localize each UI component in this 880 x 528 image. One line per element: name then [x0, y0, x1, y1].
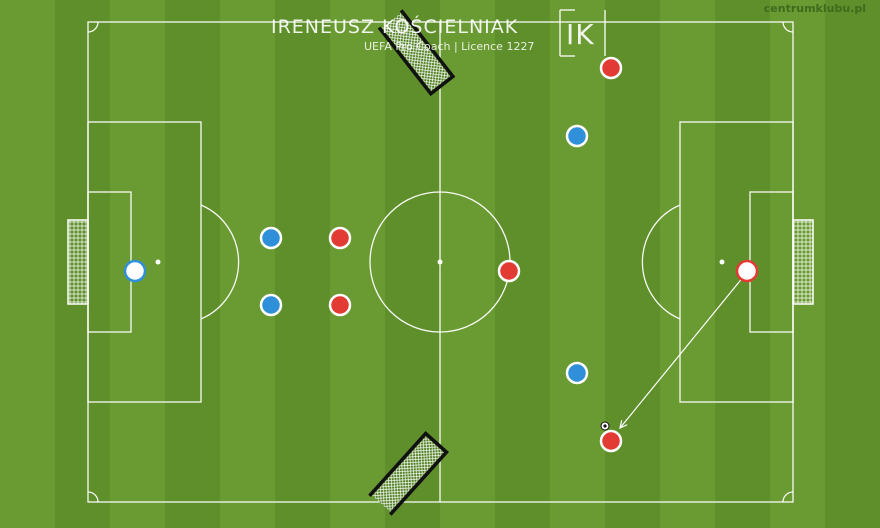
player-marker-red[interactable]: [328, 293, 352, 317]
player-marker-red[interactable]: [599, 429, 623, 453]
player-marker-blue[interactable]: [259, 293, 283, 317]
goalkeeper-marker-right[interactable]: [735, 259, 759, 283]
grass-stripe: [275, 0, 331, 528]
grass-stripe: [0, 0, 56, 528]
player-marker-blue[interactable]: [259, 226, 283, 250]
grass-stripe: [165, 0, 221, 528]
player-marker-red[interactable]: [497, 259, 521, 283]
grass-stripe: [550, 0, 606, 528]
player-marker-red[interactable]: [328, 226, 352, 250]
left-penalty-spot: [155, 259, 161, 265]
grass-stripe: [220, 0, 276, 528]
logo-letters: IK: [566, 18, 595, 51]
goalkeeper-marker-left[interactable]: [123, 259, 147, 283]
center-spot: [437, 259, 443, 265]
player-marker-red[interactable]: [599, 56, 623, 80]
watermark-subtitle: UEFA Pro Coach | Licence 1227: [364, 40, 534, 53]
player-marker-blue[interactable]: [565, 361, 589, 385]
site-watermark: centrumklubu.pl: [764, 2, 866, 15]
watermark-name: IRENEUSZ KOŚCIELNIAK: [271, 14, 518, 38]
grass-stripe: [660, 0, 716, 528]
ball-icon[interactable]: [600, 421, 610, 431]
grass-stripe: [330, 0, 386, 528]
pitch-diagram: IRENEUSZ KOŚCIELNIAK UEFA Pro Coach | Li…: [0, 0, 880, 528]
left-goal-icon: [67, 219, 89, 305]
grass-stripe: [825, 0, 880, 528]
player-marker-blue[interactable]: [565, 124, 589, 148]
right-penalty-spot: [719, 259, 725, 265]
tactics-board: IRENEUSZ KOŚCIELNIAK UEFA Pro Coach | Li…: [0, 0, 880, 528]
right-goal-icon: [792, 219, 814, 305]
